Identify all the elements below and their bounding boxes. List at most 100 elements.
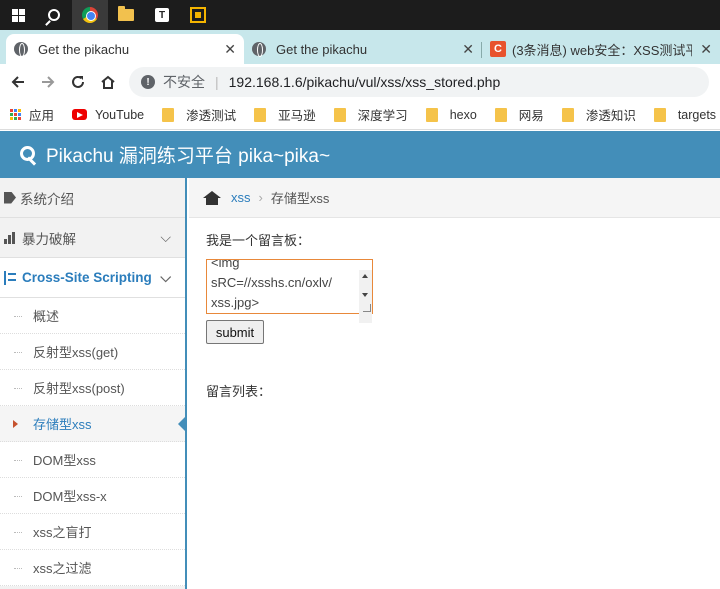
bookmark-label: 渗透测试 [186, 109, 237, 123]
tab-close-icon[interactable]: ✕ [700, 41, 712, 58]
sidebar-subitem-reflected-post[interactable]: 反射型xss(post) [0, 370, 185, 406]
file-explorer-icon [118, 6, 134, 21]
taskbar-chrome-button[interactable] [72, 0, 108, 30]
breadcrumb-current: 存储型xss [270, 191, 330, 206]
apps-grid-icon [10, 109, 21, 120]
message-textarea[interactable]: <img sRC=//xsshs.cn/oxlv/ xss.jpg> [206, 259, 373, 314]
tab-close-icon[interactable]: ✕ [224, 41, 236, 58]
resize-handle-icon[interactable] [363, 304, 371, 312]
bookmark-folder[interactable]: targets [653, 107, 717, 122]
csdn-icon: C [490, 41, 506, 57]
chevron-down-icon: ⌵ [160, 269, 171, 285]
sidebar-subitem-label: 反射型xss(post) [33, 381, 125, 396]
bookmark-folder[interactable]: 渗透知识 [561, 105, 636, 124]
submit-button[interactable]: submit [206, 320, 264, 344]
message-board-label: 我是一个留言板： [206, 233, 311, 248]
textarea-scrollbar[interactable] [359, 270, 372, 323]
scroll-up-icon[interactable] [362, 274, 368, 278]
active-indicator-icon [178, 415, 187, 433]
sidebar-item-bruteforce[interactable]: 暴力破解 ⌵ [0, 218, 185, 258]
app-icon [190, 7, 206, 23]
home-button[interactable] [93, 67, 123, 97]
sidebar-subitem-label: xss之过滤 [33, 561, 92, 576]
tab-csdn[interactable]: C (3条消息) web安全：XSS测试平 ✕ [482, 34, 720, 64]
sidebar-subitem-blind[interactable]: xss之盲打 [0, 514, 185, 550]
sidebar-subitem-reflected-get[interactable]: 反射型xss(get) [0, 334, 185, 370]
taskbar-explorer-button[interactable] [108, 0, 144, 30]
arrow-left-icon [11, 76, 24, 88]
sidebar-item-label: Cross-Site Scripting [22, 270, 152, 285]
omnibox-separator: | [215, 74, 219, 90]
tag-icon [4, 191, 16, 204]
home-icon [101, 75, 115, 89]
globe-icon [14, 42, 28, 57]
sidebar-item-xss[interactable]: Cross-Site Scripting ⌵ [0, 258, 185, 298]
folder-icon [653, 107, 666, 122]
bookmark-label: targets [677, 107, 717, 122]
taskbar-search-button[interactable] [36, 0, 72, 30]
sidebar-subitem-overview[interactable]: 概述 [0, 298, 185, 334]
windows-logo-icon [11, 8, 25, 22]
bookmark-label: 深度学习 [357, 109, 408, 123]
sidebar-subitem-filter[interactable]: xss之过滤 [0, 550, 185, 586]
taskbar-typora-button[interactable]: T [144, 0, 180, 30]
bookmark-apps[interactable]: 应用 [10, 105, 54, 124]
search-icon [48, 9, 60, 21]
sidebar-subitem-dom-x[interactable]: DOM型xss-x [0, 478, 185, 514]
globe-icon [252, 42, 266, 57]
info-icon[interactable]: ! [141, 75, 155, 89]
bookmark-folder[interactable]: 亚马逊 [254, 105, 316, 124]
back-button[interactable] [3, 67, 33, 97]
taskbar-app-button[interactable] [180, 0, 216, 30]
scroll-down-icon[interactable] [362, 293, 368, 297]
tab-title: (3条消息) web安全：XSS测试平 [512, 42, 693, 58]
sidebar-subitem-label: 概述 [33, 309, 60, 324]
sitemap-icon [4, 270, 18, 285]
tab-second[interactable]: Get the pikachu ✕ [244, 34, 482, 64]
sidebar-subitem-stored[interactable]: 存储型xss [0, 406, 187, 442]
xss-submenu: 概述 反射型xss(get) 反射型xss(post) 存储型xss DOM型x… [0, 298, 187, 586]
bookmark-folder[interactable]: 网易 [494, 105, 544, 124]
tab-close-icon[interactable]: ✕ [462, 41, 474, 58]
windows-taskbar: T [0, 0, 720, 30]
url-text[interactable]: 192.168.1.6/pikachu/vul/xss/xss_stored.p… [229, 74, 501, 90]
site-header: Pikachu 漏洞练习平台 pika~pika~ [0, 131, 720, 178]
tab-active[interactable]: Get the pikachu ✕ [6, 34, 244, 64]
forward-button[interactable] [33, 67, 63, 97]
bookmarks-bar: 应用 YouTube 渗透测试 亚马逊 深度学习 hexo 网易 渗透知识 ta… [0, 100, 720, 130]
browser-toolbar: ! 不安全 | 192.168.1.6/pikachu/vul/xss/xss_… [0, 64, 720, 100]
bookmark-label: 网易 [518, 109, 544, 123]
windows-start-button[interactable] [0, 0, 36, 30]
sidebar-item-intro[interactable]: 系统介绍 [0, 178, 185, 218]
main-content: 我是一个留言板： <img sRC=//xsshs.cn/oxlv/ xss.j… [206, 218, 706, 400]
arrow-right-icon [42, 76, 55, 88]
sidebar-subitem-dom[interactable]: DOM型xss [0, 442, 185, 478]
site-title[interactable]: Pikachu 漏洞练习平台 pika~pika~ [46, 141, 330, 168]
bookmark-label: hexo [449, 107, 477, 122]
reload-icon [72, 75, 84, 88]
breadcrumb: xss › 存储型xss [189, 178, 720, 218]
message-input-wrapper: <img sRC=//xsshs.cn/oxlv/ xss.jpg> [206, 259, 373, 323]
address-bar[interactable]: ! 不安全 | 192.168.1.6/pikachu/vul/xss/xss_… [129, 67, 709, 97]
bookmark-folder[interactable]: hexo [425, 107, 477, 122]
browser-tab-strip: Get the pikachu ✕ Get the pikachu ✕ C (3… [0, 30, 720, 64]
breadcrumb-link-xss[interactable]: xss [231, 190, 251, 205]
folder-icon [561, 107, 574, 122]
tab-title: Get the pikachu [38, 41, 130, 57]
bookmark-label: 渗透知识 [585, 109, 636, 123]
sidebar-subitem-label: 反射型xss(get) [33, 345, 119, 360]
bookmark-youtube[interactable]: YouTube [72, 108, 144, 122]
reload-button[interactable] [63, 67, 93, 97]
sidebar-item-label: 暴力破解 [22, 231, 76, 247]
home-icon[interactable] [203, 190, 221, 205]
bookmark-folder[interactable]: 深度学习 [333, 105, 408, 124]
security-label: 不安全 [163, 74, 205, 90]
sidebar-subitem-label: 存储型xss [33, 417, 92, 432]
bookmark-folder[interactable]: 渗透测试 [162, 105, 236, 124]
sidebar: 系统介绍 暴力破解 ⌵ Cross-Site Scripting ⌵ 概述 反射… [0, 178, 187, 589]
folder-icon [254, 107, 267, 122]
message-list-label: 留言列表： [206, 384, 272, 399]
youtube-icon [72, 109, 88, 120]
folder-icon [425, 107, 438, 122]
bookmark-label: 应用 [29, 109, 55, 123]
